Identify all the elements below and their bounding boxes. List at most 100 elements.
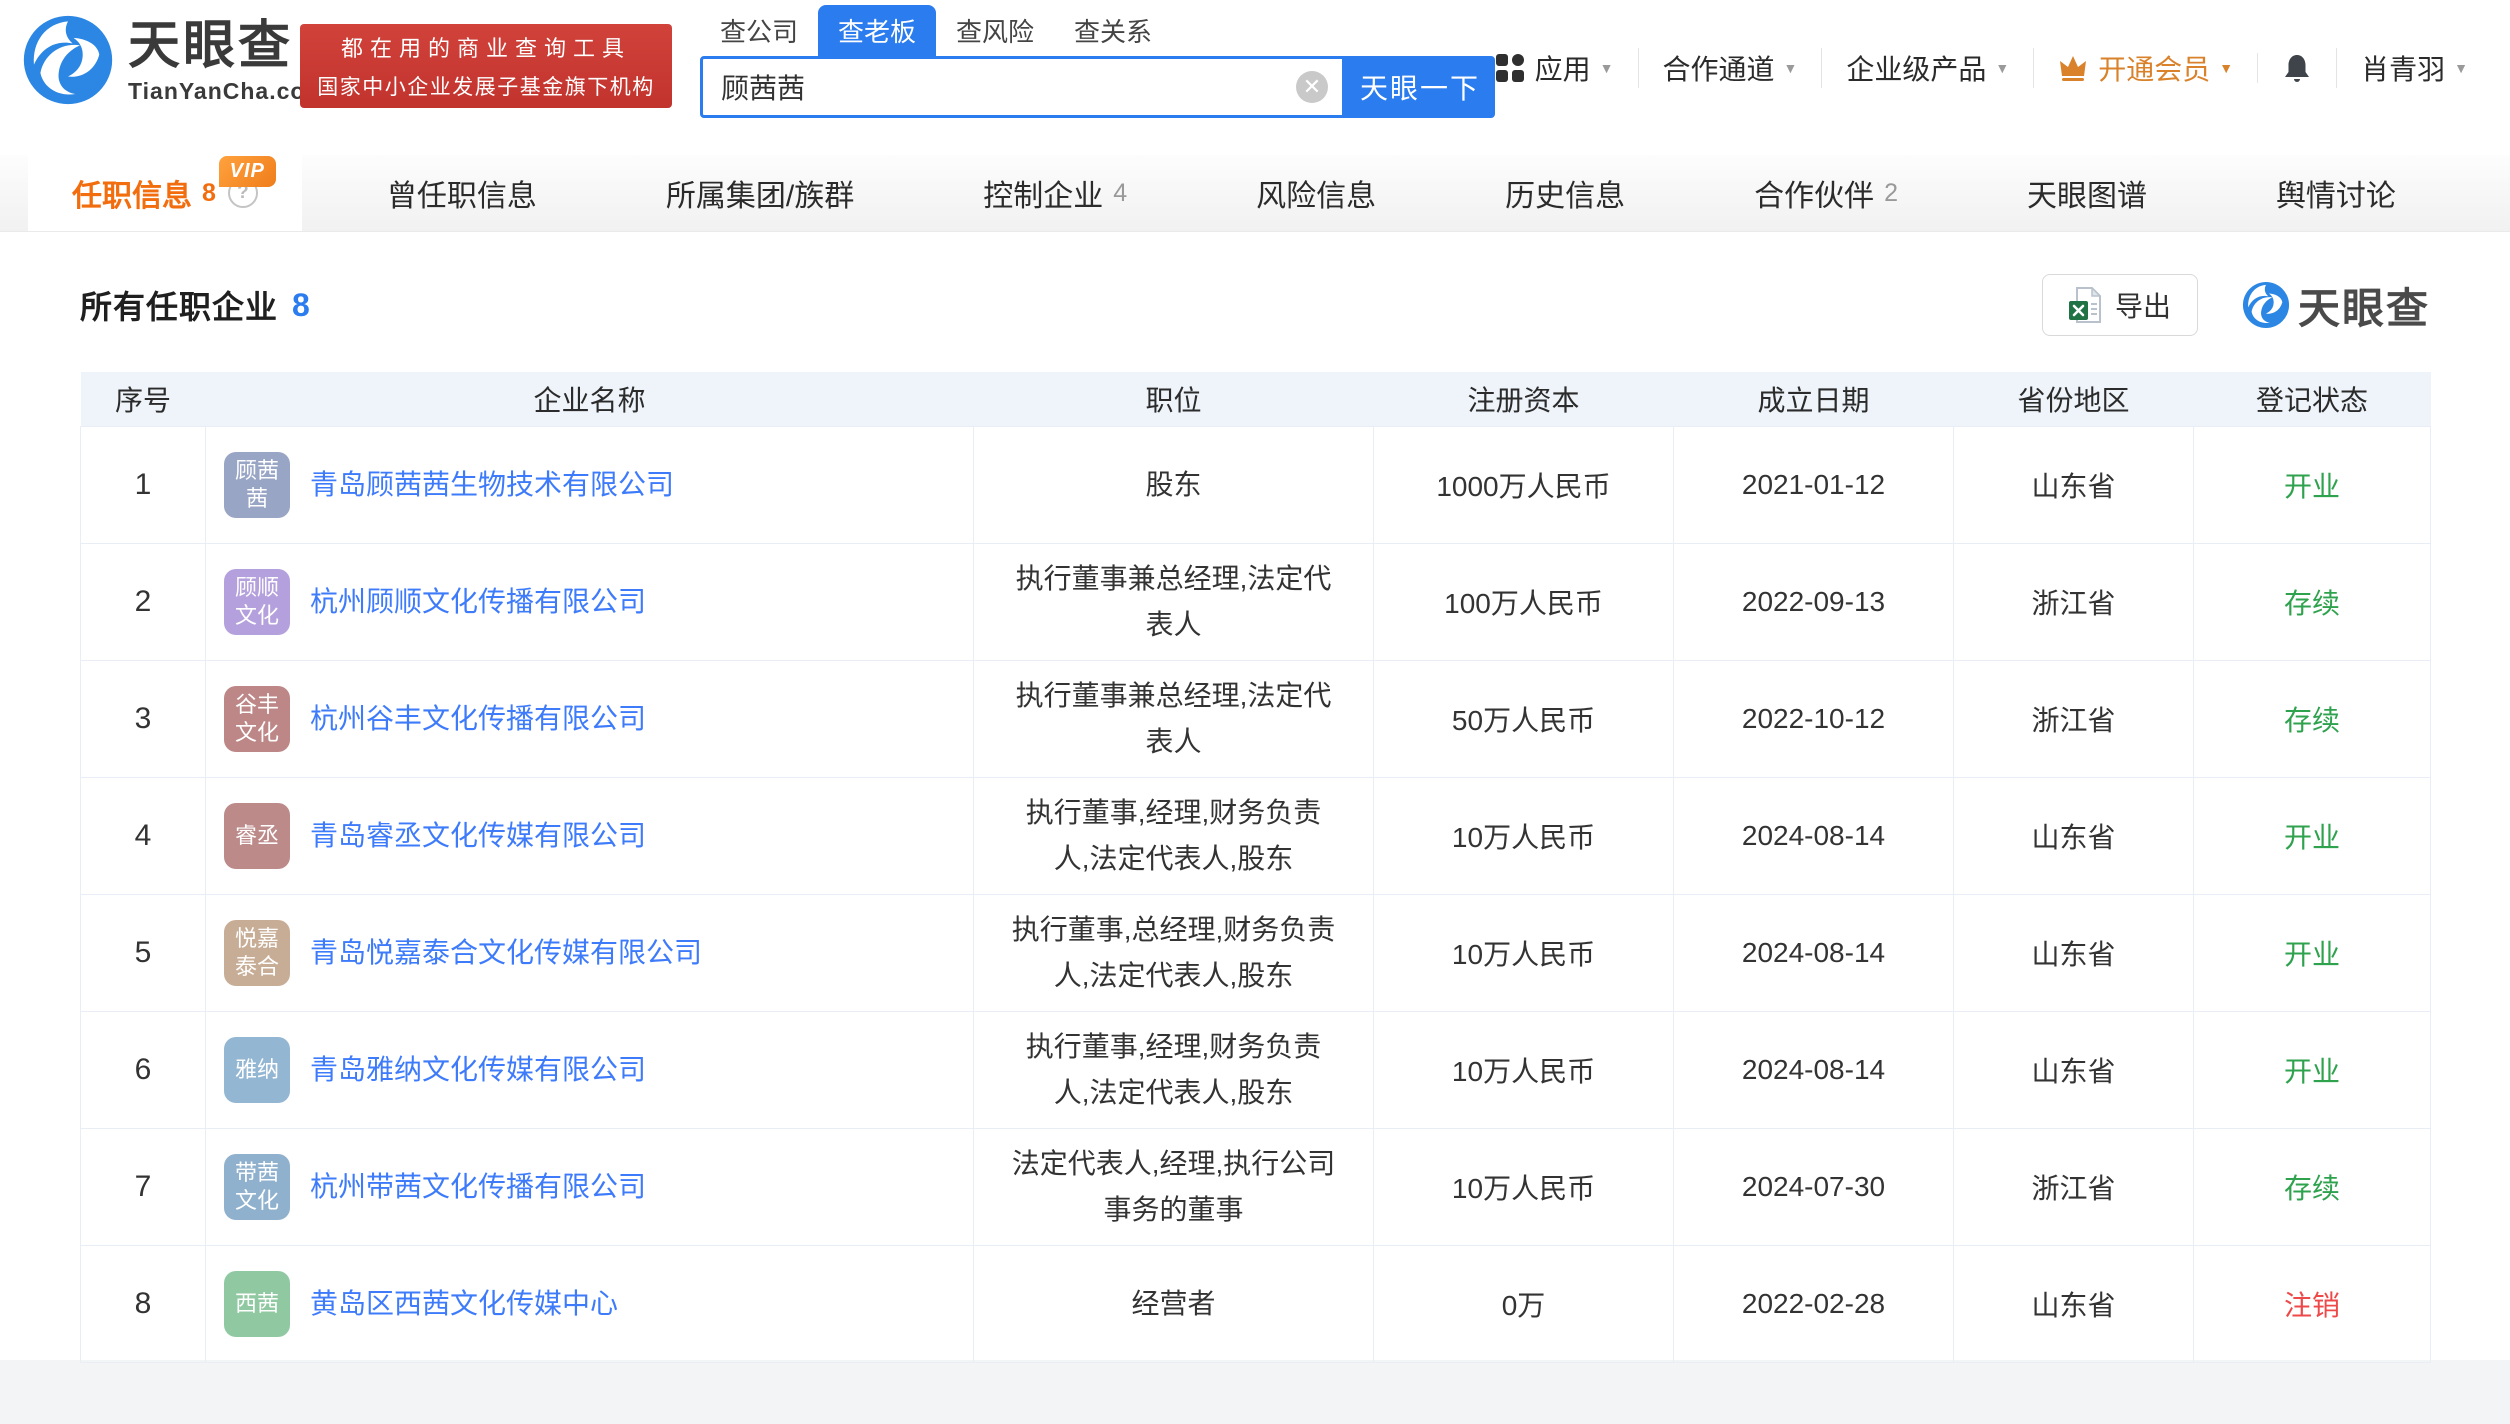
- search-row: ✕ 天眼一下: [700, 56, 1495, 118]
- tab-合作伙伴[interactable]: 合作伙伴 2: [1710, 155, 1942, 231]
- tab-label: 舆情讨论: [2276, 171, 2396, 215]
- company-link[interactable]: 黄岛区西茜文化传媒中心: [310, 1283, 618, 1325]
- table-body: 1 顾茜 茜 青岛顾茜茜生物技术有限公司 股东 1000万人民币 2021-01…: [81, 426, 2431, 1362]
- tab-label: 风险信息: [1256, 171, 1376, 215]
- promo-banner: 都在用的商业查询工具 国家中小企业发展子基金旗下机构: [300, 24, 672, 108]
- tab-曾任职信息[interactable]: 曾任职信息: [343, 155, 581, 231]
- tab-所属集团/族群[interactable]: 所属集团/族群: [622, 155, 898, 231]
- row-capital: 10万人民币: [1374, 777, 1674, 894]
- row-status: 注销: [2194, 1245, 2431, 1362]
- brand-name: 天眼查: [128, 16, 327, 76]
- chevron-down-icon: ▼: [1600, 60, 1614, 76]
- swirl-logo-icon: [2242, 281, 2290, 329]
- nav-user[interactable]: 肖青羽 ▼: [2336, 48, 2492, 88]
- nav-enterprise-label: 企业级产品: [1846, 48, 1986, 88]
- nav-member-label: 开通会员: [2098, 48, 2210, 88]
- company-avatar: 带茜 文化: [224, 1154, 290, 1220]
- col-status: 登记状态: [2194, 372, 2431, 426]
- row-province: 浙江省: [1954, 543, 2194, 660]
- row-seq: 4: [81, 777, 206, 894]
- nav-member[interactable]: 开通会员 ▼: [2033, 48, 2257, 88]
- tab-历史信息[interactable]: 历史信息: [1461, 155, 1669, 231]
- tab-舆情讨论[interactable]: 舆情讨论: [2232, 155, 2440, 231]
- nav-coop[interactable]: 合作通道 ▼: [1638, 48, 1822, 88]
- company-link[interactable]: 杭州顾顺文化传播有限公司: [310, 581, 646, 623]
- tab-label: 天眼图谱: [2027, 171, 2147, 215]
- table-row: 8 西茜 黄岛区西茜文化传媒中心 经营者 0万 2022-02-28 山东省 注…: [81, 1245, 2431, 1362]
- chevron-down-icon: ▼: [1995, 60, 2009, 76]
- tab-天眼图谱[interactable]: 天眼图谱: [1983, 155, 2191, 231]
- row-status: 开业: [2194, 777, 2431, 894]
- row-position: 执行董事,经理,财务负责人,法定代表人,股东: [974, 777, 1374, 894]
- nav-apps[interactable]: 应用 ▼: [1471, 48, 1638, 88]
- export-button[interactable]: 导出: [2042, 274, 2198, 336]
- row-position: 执行董事兼总经理,法定代表人: [974, 660, 1374, 777]
- section-count: 8: [292, 287, 310, 324]
- search-tabs: 查公司 查老板 查风险 查关系: [700, 12, 1495, 56]
- row-capital: 10万人民币: [1374, 894, 1674, 1011]
- tab-label: 所属集团/族群: [666, 171, 854, 215]
- search-tab-risk[interactable]: 查风险: [936, 5, 1054, 56]
- company-link[interactable]: 青岛雅纳文化传媒有限公司: [310, 1049, 646, 1091]
- row-date: 2024-08-14: [1674, 894, 1954, 1011]
- nav-notifications[interactable]: [2257, 53, 2336, 83]
- row-seq: 5: [81, 894, 206, 1011]
- row-province: 浙江省: [1954, 660, 2194, 777]
- company-link[interactable]: 杭州谷丰文化传播有限公司: [310, 698, 646, 740]
- nav-enterprise[interactable]: 企业级产品 ▼: [1821, 48, 2033, 88]
- main-content: 所有任职企业 8 导出 天眼查: [0, 232, 2510, 1360]
- tab-count: 8: [202, 179, 216, 208]
- section-head: 所有任职企业 8 导出 天眼查: [80, 274, 2430, 336]
- row-seq: 2: [81, 543, 206, 660]
- clear-icon[interactable]: ✕: [1296, 71, 1328, 103]
- row-date: 2024-07-30: [1674, 1128, 1954, 1245]
- company-link[interactable]: 杭州带茜文化传播有限公司: [310, 1166, 646, 1208]
- row-date: 2022-09-13: [1674, 543, 1954, 660]
- row-capital: 50万人民币: [1374, 660, 1674, 777]
- search-tab-relation[interactable]: 查关系: [1054, 5, 1172, 56]
- company-link[interactable]: 青岛顾茜茜生物技术有限公司: [310, 464, 674, 506]
- row-company-cell: 顾茜 茜 青岛顾茜茜生物技术有限公司: [206, 426, 974, 543]
- tab-count: 2: [1884, 179, 1898, 208]
- row-company-cell: 西茜 黄岛区西茜文化传媒中心: [206, 1245, 974, 1362]
- search-area: 查公司 查老板 查风险 查关系 ✕ 天眼一下: [700, 12, 1495, 118]
- row-date: 2024-08-14: [1674, 1011, 1954, 1128]
- table-header-row: 序号 企业名称 职位 注册资本 成立日期 省份地区 登记状态: [81, 372, 2431, 426]
- tab-label: 曾任职信息: [387, 171, 537, 215]
- company-avatar: 顾顺 文化: [224, 569, 290, 635]
- tab-控制企业[interactable]: 控制企业 4: [939, 155, 1171, 231]
- col-date: 成立日期: [1674, 372, 1954, 426]
- row-province: 山东省: [1954, 426, 2194, 543]
- row-status: 存续: [2194, 660, 2431, 777]
- row-capital: 0万: [1374, 1245, 1674, 1362]
- search-input[interactable]: [703, 71, 1296, 103]
- export-label: 导出: [2115, 285, 2171, 325]
- row-seq: 6: [81, 1011, 206, 1128]
- row-province: 山东省: [1954, 894, 2194, 1011]
- vip-badge: VIP: [219, 156, 276, 187]
- search-tab-company[interactable]: 查公司: [700, 5, 818, 56]
- search-tab-boss[interactable]: 查老板: [818, 5, 936, 56]
- row-capital: 1000万人民币: [1374, 426, 1674, 543]
- row-province: 山东省: [1954, 1245, 2194, 1362]
- row-date: 2022-02-28: [1674, 1245, 1954, 1362]
- company-link[interactable]: 青岛睿丞文化传媒有限公司: [310, 815, 646, 857]
- banner-line2: 国家中小企业发展子基金旗下机构: [317, 71, 655, 101]
- company-link[interactable]: 青岛悦嘉泰合文化传媒有限公司: [310, 932, 702, 974]
- nav-user-label: 肖青羽: [2361, 48, 2445, 88]
- brand-domain: TianYanCha.com: [128, 78, 327, 105]
- nav-apps-label: 应用: [1535, 48, 1591, 88]
- company-avatar: 雅纳: [224, 1037, 290, 1103]
- tab-风险信息[interactable]: 风险信息: [1212, 155, 1420, 231]
- chevron-down-icon: ▼: [1784, 60, 1798, 76]
- row-province: 山东省: [1954, 777, 2194, 894]
- tianyancha-logo[interactable]: 天眼查 TianYanCha.com: [22, 14, 327, 106]
- row-position: 执行董事兼总经理,法定代表人: [974, 543, 1374, 660]
- tab-任职信息[interactable]: VIP 任职信息 8 ?: [28, 155, 302, 231]
- tab-label: 历史信息: [1505, 171, 1625, 215]
- banner-line1: 都在用的商业查询工具: [341, 31, 631, 63]
- row-position: 执行董事,总经理,财务负责人,法定代表人,股东: [974, 894, 1374, 1011]
- row-company-cell: 睿丞 青岛睿丞文化传媒有限公司: [206, 777, 974, 894]
- row-province: 浙江省: [1954, 1128, 2194, 1245]
- row-date: 2024-08-14: [1674, 777, 1954, 894]
